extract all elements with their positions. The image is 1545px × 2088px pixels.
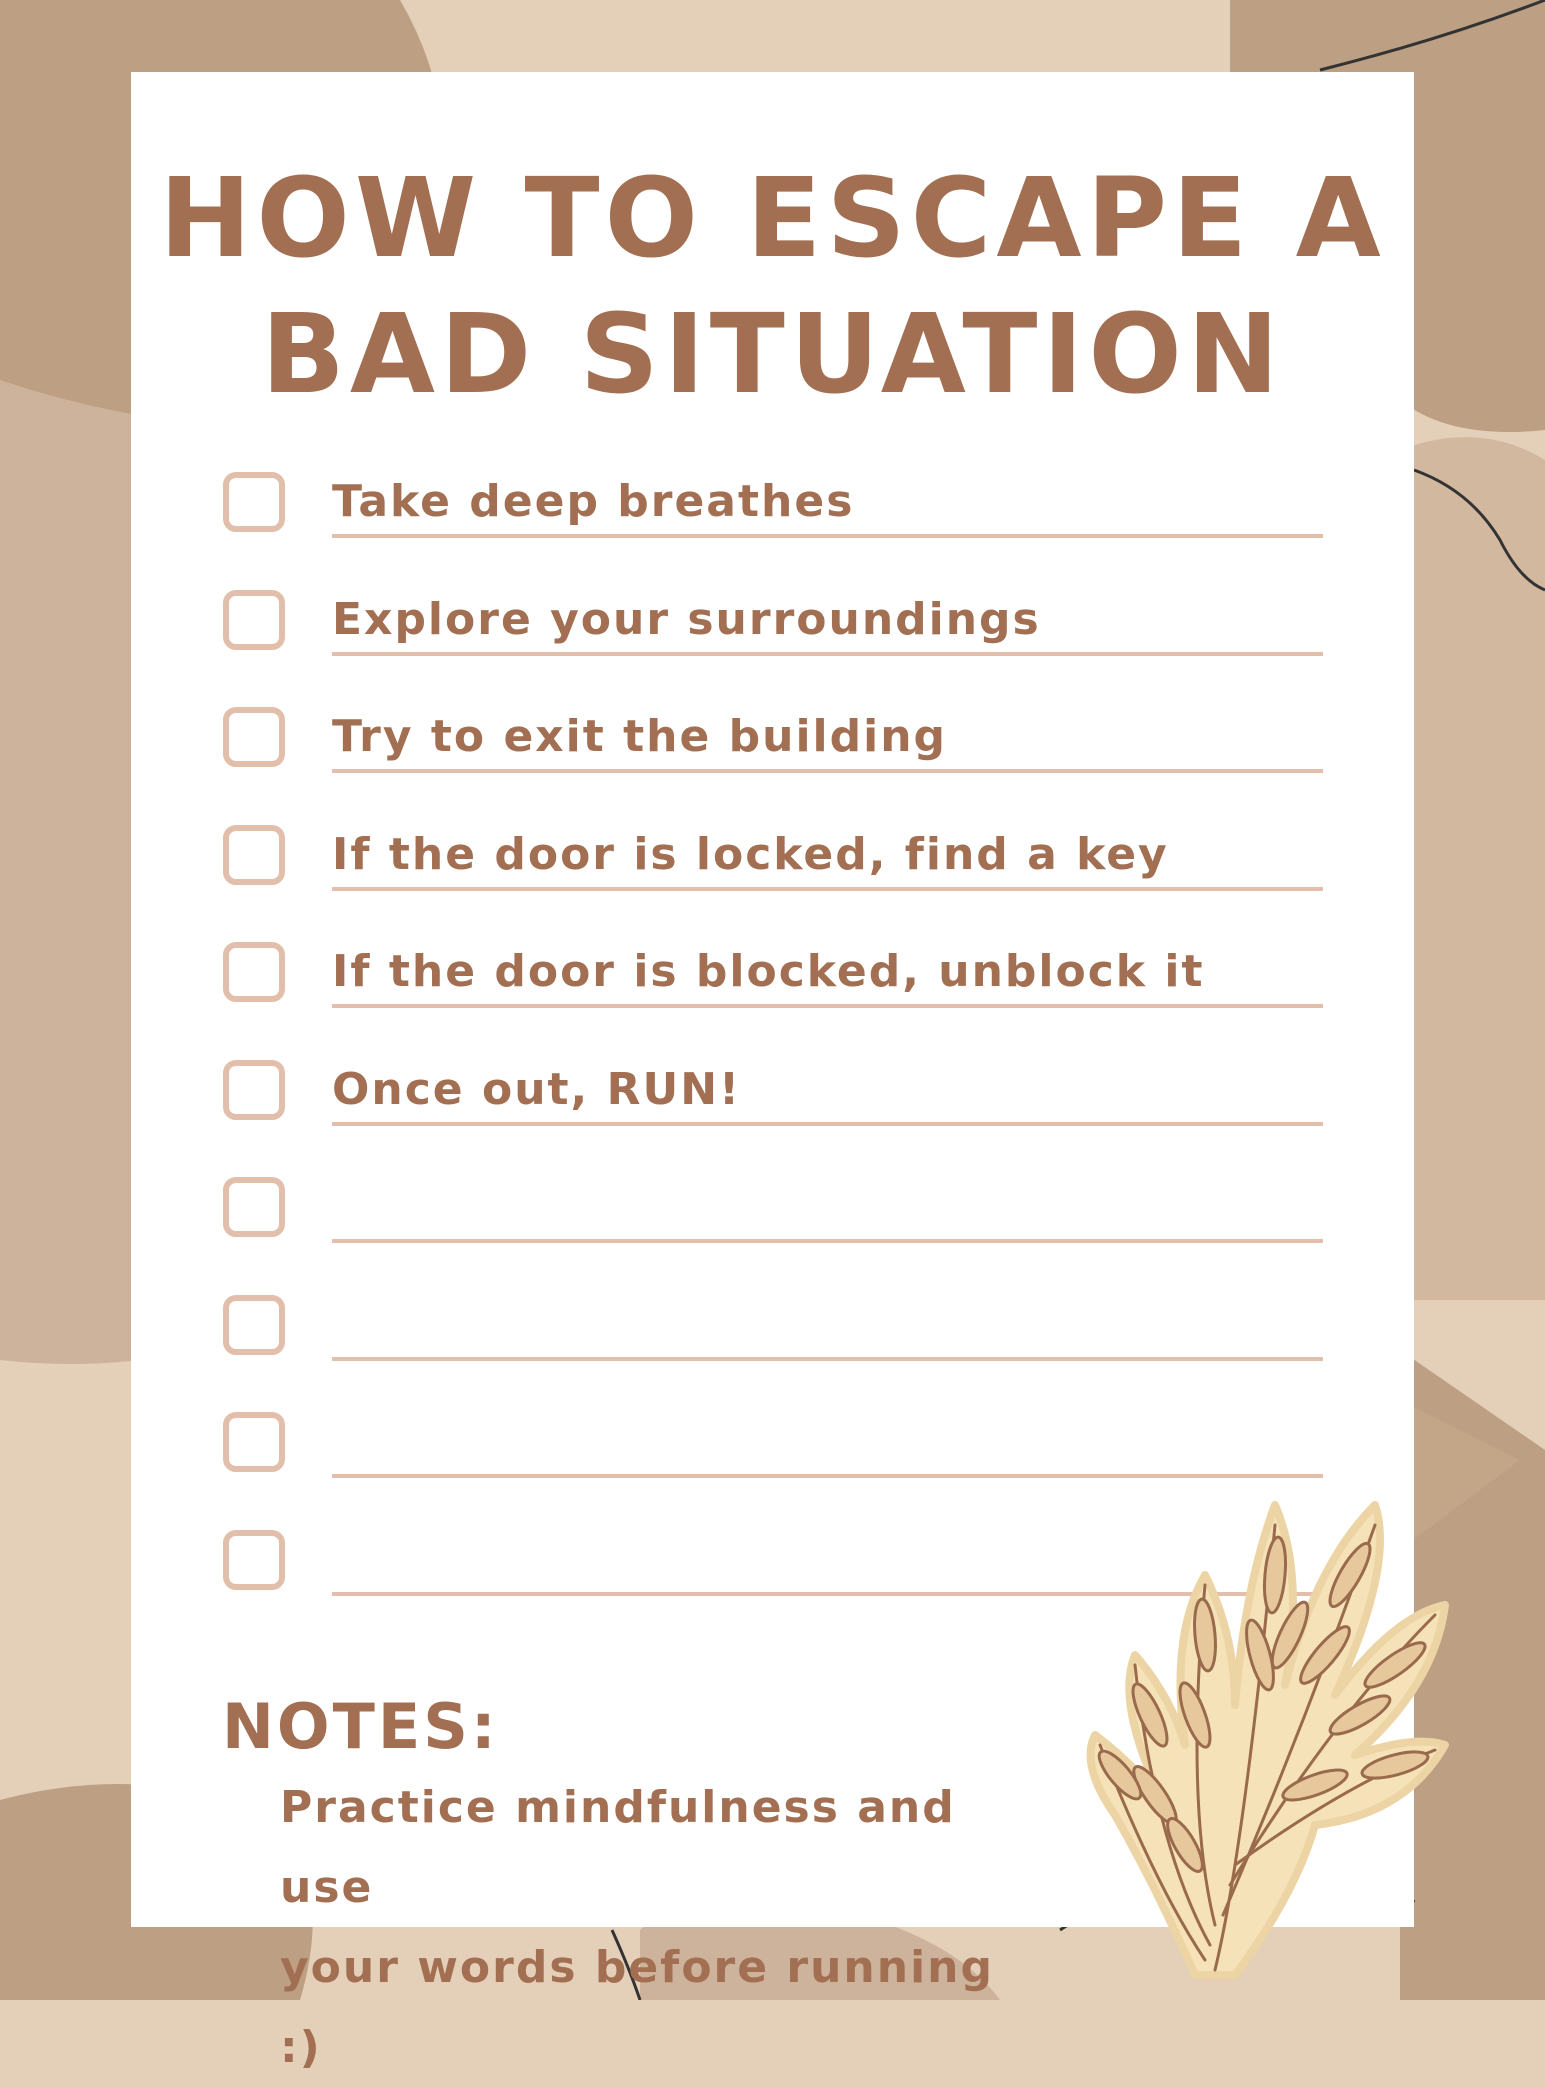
- checkbox[interactable]: [223, 472, 285, 532]
- checklist-item-text: If the door is blocked, unblock it: [332, 946, 1205, 997]
- notes-text: Practice mindfulness and use your words …: [280, 1768, 1040, 2088]
- writing-line: [332, 887, 1323, 891]
- writing-line: [332, 1122, 1323, 1126]
- wheat-leaf-icon: [1086, 1501, 1449, 1979]
- checklist-item: [0, 1295, 1545, 1385]
- checkbox[interactable]: [223, 1530, 285, 1590]
- checkbox[interactable]: [223, 707, 285, 767]
- checkbox[interactable]: [223, 1412, 285, 1472]
- checklist-item-text: Take deep breathes: [332, 476, 855, 527]
- notes-heading: NOTES:: [222, 1690, 499, 1763]
- title-line-2: BAD SITUATION: [261, 290, 1284, 418]
- checklist-item: Explore your surroundings: [0, 590, 1545, 680]
- checklist-item: If the door is locked, find a key: [0, 825, 1545, 915]
- checklist-item: If the door is blocked, unblock it: [0, 942, 1545, 1032]
- checkbox[interactable]: [223, 1060, 285, 1120]
- checklist-item: Take deep breathes: [0, 472, 1545, 562]
- notes-line-1: Practice mindfulness and use: [280, 1782, 956, 1913]
- checklist-item-text: If the door is locked, find a key: [332, 829, 1169, 880]
- checklist-item-text: Try to exit the building: [332, 711, 948, 762]
- checklist-item-text: Once out, RUN!: [332, 1064, 742, 1115]
- writing-line: [332, 1004, 1323, 1008]
- page-title: HOW TO ESCAPE A BAD SITUATION: [131, 150, 1414, 422]
- checkbox[interactable]: [223, 590, 285, 650]
- checkbox[interactable]: [223, 1295, 285, 1355]
- checkbox[interactable]: [223, 1177, 285, 1237]
- checklist-item: [0, 1177, 1545, 1267]
- writing-line: [332, 1357, 1323, 1361]
- notes-line-2: your words before running :): [280, 1942, 994, 2073]
- checklist-item: Try to exit the building: [0, 707, 1545, 797]
- checkbox[interactable]: [223, 942, 285, 1002]
- writing-line: [332, 652, 1323, 656]
- writing-line: [332, 769, 1323, 773]
- writing-line: [332, 1239, 1323, 1243]
- writing-line: [332, 534, 1323, 538]
- checklist-item: Once out, RUN!: [0, 1060, 1545, 1150]
- checkbox[interactable]: [223, 825, 285, 885]
- title-line-1: HOW TO ESCAPE A: [159, 154, 1386, 282]
- checklist-item-text: Explore your surroundings: [332, 594, 1041, 645]
